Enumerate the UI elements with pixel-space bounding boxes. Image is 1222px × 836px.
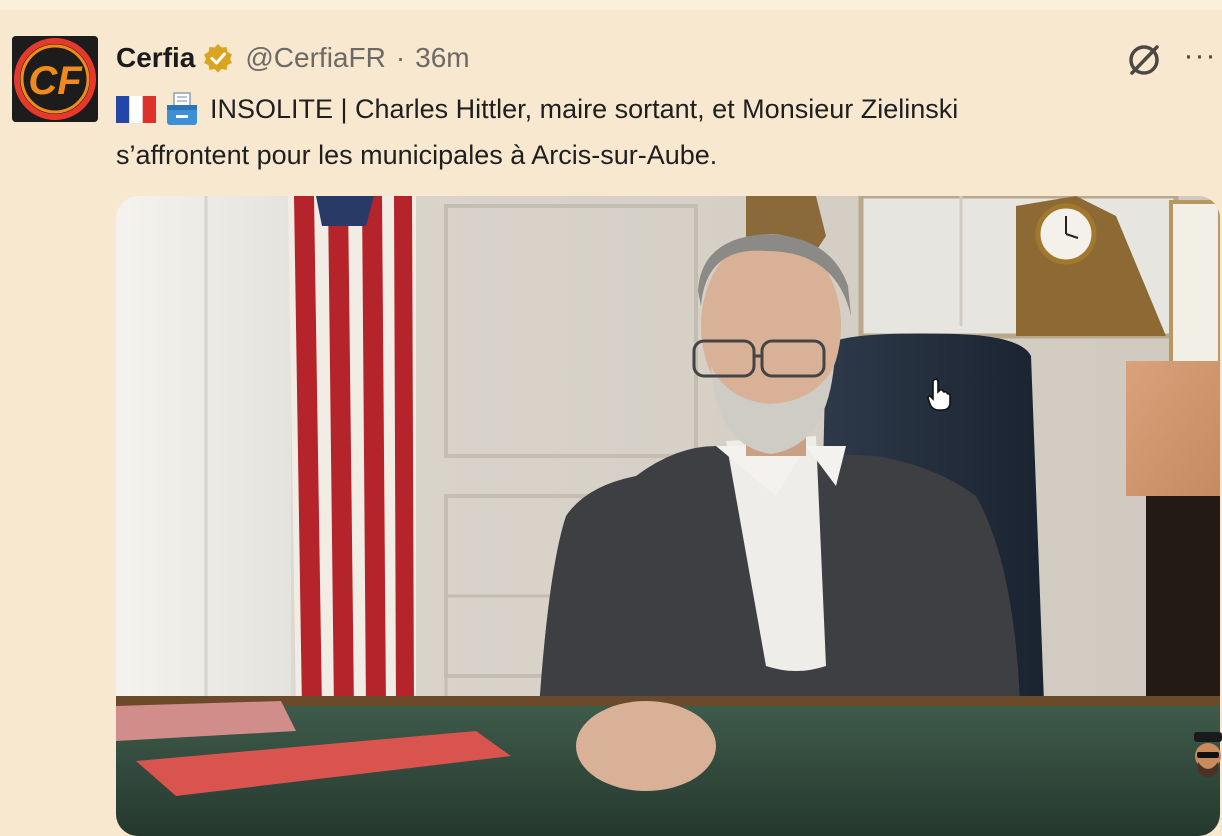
tweet-text: INSOLITE | Charles Hittler, maire sortan… (116, 86, 1156, 178)
logo-text: CF (28, 59, 83, 103)
ballot-box-icon (167, 92, 197, 125)
american-flag (288, 196, 416, 711)
separator-dot: · (395, 42, 406, 73)
verified-badge-icon[interactable] (203, 43, 233, 73)
tweet-line-2: s’affrontent pour les municipales à Arci… (116, 132, 1156, 178)
corner-avatar-icon (1194, 732, 1222, 777)
cerfia-logo-icon: CF (12, 36, 98, 122)
tweet-header: Cerfia @CerfiaFR · 36m (116, 38, 470, 78)
flag-france-icon (116, 95, 156, 123)
photo-mayor-office (116, 196, 1220, 836)
tweet-text-line-1: INSOLITE | Charles Hittler, maire sortan… (210, 94, 959, 124)
top-strip (0, 0, 1222, 10)
tweet-text-line-2: s’affrontent pour les municipales à Arci… (116, 140, 718, 170)
grok-icon[interactable] (1124, 40, 1164, 80)
tweet-photo[interactable] (116, 196, 1220, 836)
hand-cursor-icon (927, 378, 951, 411)
timestamp[interactable]: 36m (415, 42, 469, 74)
account-handle[interactable]: @CerfiaFR (245, 42, 385, 74)
tweet-line-1: INSOLITE | Charles Hittler, maire sortan… (116, 86, 1156, 132)
account-avatar[interactable]: CF (12, 36, 98, 122)
account-name[interactable]: Cerfia (116, 42, 195, 74)
more-options-button[interactable]: ··· (1180, 36, 1220, 76)
